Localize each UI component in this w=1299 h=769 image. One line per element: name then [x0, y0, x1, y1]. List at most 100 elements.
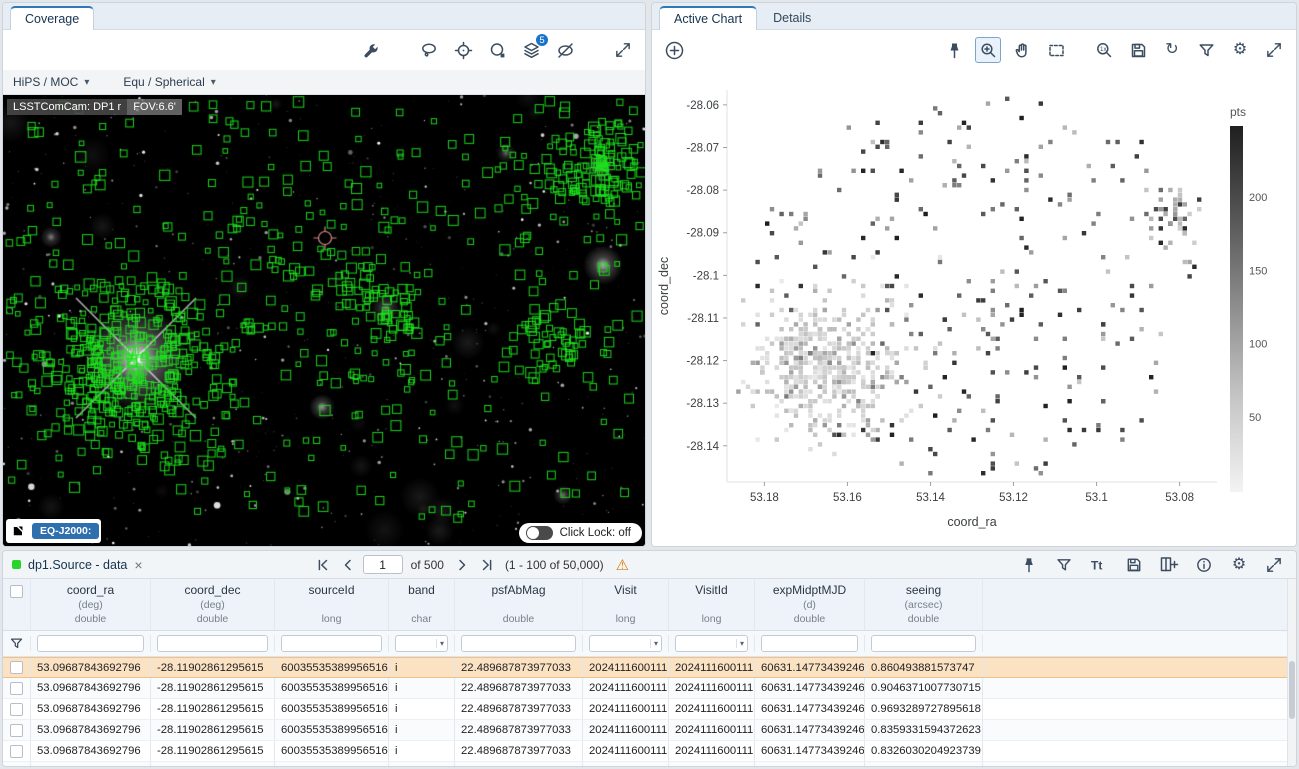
pan-hand-icon[interactable] — [1009, 37, 1035, 63]
row-checkbox[interactable] — [10, 703, 23, 716]
info-icon[interactable] — [1191, 552, 1217, 578]
column-header-coord_ra[interactable]: coord_ra(deg)double — [31, 579, 151, 630]
filter-input-Visit[interactable] — [590, 638, 650, 650]
firefly-app: Coverage — [0, 0, 1299, 769]
chart-area: -28.06-28.07-28.08-28.09-28.1-28.11-28.1… — [652, 70, 1296, 546]
column-name: band — [408, 583, 435, 598]
lasso-select-icon[interactable] — [416, 37, 442, 63]
scrollbar-thumb[interactable] — [1289, 661, 1295, 719]
filter-input-coord_ra[interactable] — [37, 635, 144, 652]
pin-table-icon[interactable] — [1016, 552, 1042, 578]
restore-icon[interactable]: ↻ — [1159, 37, 1185, 63]
svg-text:53.18: 53.18 — [750, 492, 779, 504]
filter-input-expMidptMJD[interactable] — [761, 635, 858, 652]
column-header-sourceId[interactable]: sourceId long — [275, 579, 389, 630]
column-header-expMidptMJD[interactable]: expMidptMJD(d)double — [755, 579, 865, 630]
click-lock-toggle[interactable] — [526, 526, 553, 540]
column-unit: (deg) — [78, 598, 103, 612]
column-header-band[interactable]: band char — [389, 579, 455, 630]
save-icon[interactable] — [1121, 552, 1147, 578]
layers-icon[interactable]: 5 — [518, 37, 544, 63]
filter-input-seeing[interactable] — [871, 635, 976, 652]
unselect-icon[interactable] — [552, 37, 578, 63]
text-view-icon[interactable]: Tt — [1086, 552, 1112, 578]
next-page-button[interactable] — [452, 555, 472, 575]
table-cell: i — [389, 720, 455, 740]
filter-input-sourceId[interactable] — [281, 635, 382, 652]
chevron-down-icon[interactable]: ▾ — [436, 639, 447, 648]
column-header-psfAbMag[interactable]: psfAbMag double — [455, 579, 583, 630]
layers-count-badge: 5 — [535, 33, 549, 47]
hips-moc-dropdown[interactable]: HiPS / MOC ▾ — [13, 75, 89, 89]
column-header-VisitId[interactable]: VisitId long — [669, 579, 755, 630]
tools-icon[interactable] — [358, 37, 384, 63]
column-type: double — [197, 612, 229, 626]
row-checkbox[interactable] — [10, 661, 23, 674]
row-checkbox[interactable] — [10, 766, 23, 767]
settings-icon[interactable]: ⚙ — [1226, 552, 1252, 578]
save-icon[interactable] — [1125, 37, 1151, 63]
table-row[interactable]: 53.09687843692796-28.1190286129561560035… — [3, 678, 1296, 699]
chevron-down-icon[interactable]: ▾ — [650, 639, 661, 648]
chevron-down-icon[interactable]: ▾ — [736, 639, 747, 648]
table-row[interactable]: 53.09687843692796-28.1190286129561560035… — [3, 699, 1296, 720]
table-row[interactable]: 53.09687843692796-28.1190286129561560035… — [3, 741, 1296, 762]
table-row[interactable]: 53.09687843692796-28.1190286129561560035… — [3, 762, 1296, 766]
svg-text:pts: pts — [1230, 105, 1246, 119]
expand-icon[interactable] — [1261, 37, 1287, 63]
recenter-icon[interactable] — [450, 37, 476, 63]
zoom-original-icon[interactable]: 1x — [1091, 37, 1117, 63]
filter-icon[interactable] — [1051, 552, 1077, 578]
prev-page-button[interactable] — [338, 555, 358, 575]
box-select-icon[interactable] — [1043, 37, 1069, 63]
tab-details[interactable]: Details — [759, 7, 825, 29]
table-cell: 60631.14773439246 — [755, 720, 865, 740]
first-page-button[interactable] — [313, 555, 333, 575]
toggle-knob — [527, 527, 539, 539]
column-type: double — [75, 612, 107, 626]
row-checkbox[interactable] — [10, 682, 23, 695]
table-cell: 2024111600111 — [669, 658, 755, 677]
filter-icon[interactable] — [1193, 37, 1219, 63]
table-row[interactable]: 53.09687843692796-28.1190286129561560035… — [3, 720, 1296, 741]
close-icon[interactable]: × — [134, 557, 142, 573]
column-header-coord_dec[interactable]: coord_dec(deg)double — [151, 579, 275, 630]
table-scrollbar[interactable] — [1287, 579, 1296, 766]
tab-active-chart[interactable]: Active Chart — [659, 6, 757, 30]
settings-icon[interactable]: ⚙ — [1227, 37, 1253, 63]
open-new-icon[interactable] — [8, 521, 28, 541]
page-number-input[interactable] — [363, 555, 403, 574]
column-header-seeing[interactable]: seeing(arcsec)double — [865, 579, 983, 630]
chevron-down-icon: ▾ — [84, 77, 89, 88]
pin-icon[interactable] — [941, 37, 967, 63]
filter-funnel-icon — [3, 636, 31, 651]
filter-input-VisitId[interactable] — [676, 638, 736, 650]
filter-input-psfAbMag[interactable] — [461, 635, 576, 652]
zoom-in-icon[interactable] — [975, 37, 1001, 63]
filter-input-coord_dec[interactable] — [157, 635, 268, 652]
table-cell: 60631.14773439246 — [755, 762, 865, 766]
heatmap-chart[interactable]: -28.06-28.07-28.08-28.09-28.1-28.11-28.1… — [652, 70, 1296, 546]
add-chart-icon[interactable] — [661, 37, 687, 63]
coord-system-badge[interactable]: EQ-J2000: — [32, 523, 99, 539]
sky-canvas[interactable] — [3, 95, 645, 546]
table-row[interactable]: 53.09687843692796-28.1190286129561560035… — [3, 657, 1296, 678]
last-page-button[interactable] — [477, 555, 497, 575]
filter-combo-band: ▾ — [395, 635, 448, 652]
table-title[interactable]: dp1.Source - data — [28, 558, 127, 572]
filter-input-band[interactable] — [396, 638, 436, 650]
expand-icon[interactable] — [1261, 552, 1287, 578]
projection-dropdown[interactable]: Equ / Spherical ▾ — [123, 75, 215, 89]
row-checkbox[interactable] — [10, 745, 23, 758]
select-all-checkbox[interactable] — [10, 585, 23, 598]
add-column-icon[interactable] — [1156, 552, 1182, 578]
column-header-Visit[interactable]: Visit long — [583, 579, 669, 630]
warning-icon[interactable]: ⚠ — [616, 556, 629, 574]
circle-select-icon[interactable] — [484, 37, 510, 63]
table-cell: -28.11902861295615 — [151, 762, 275, 766]
expand-icon[interactable] — [610, 37, 636, 63]
row-checkbox[interactable] — [10, 724, 23, 737]
tab-coverage[interactable]: Coverage — [10, 6, 94, 30]
pagination: of 500 (1 - 100 of 50,000) ⚠ — [313, 555, 630, 575]
column-unit — [330, 598, 333, 612]
